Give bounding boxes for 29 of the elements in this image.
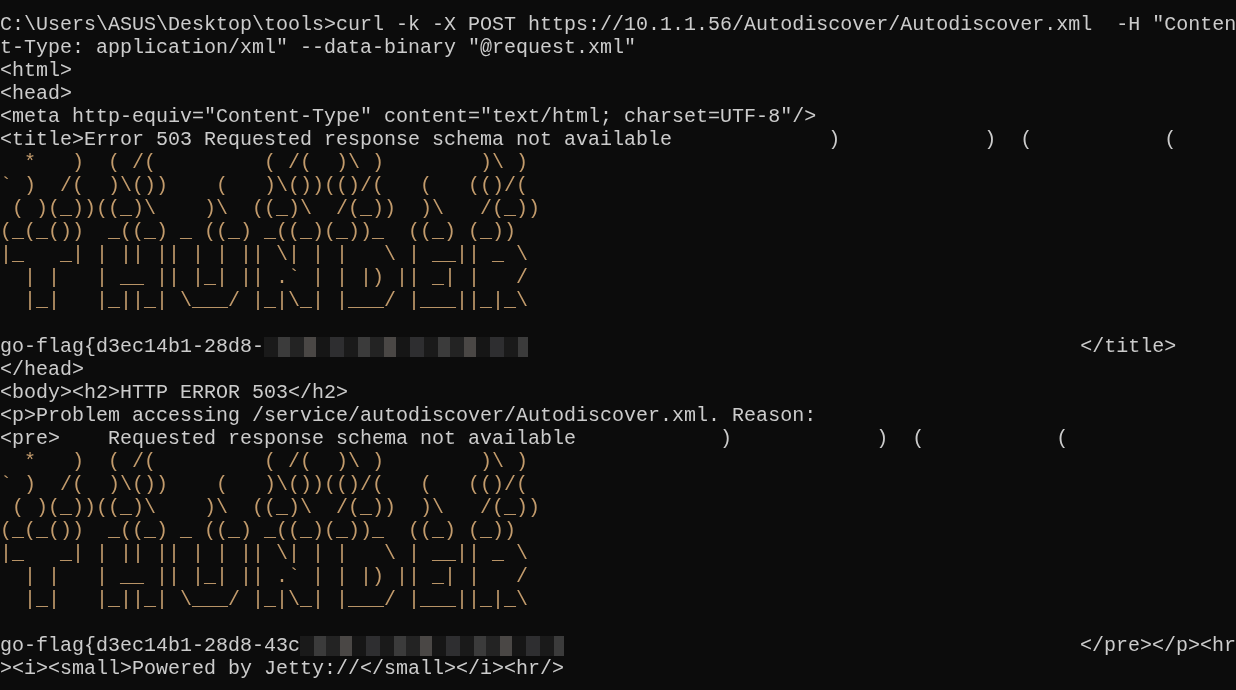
terminal-text: <body><h2>HTTP ERROR 503</h2> [0,381,349,404]
ascii-art-line: | | | __ || |_| || .` | | |) || _| | / [23,266,529,289]
ascii-art-line: |_ _| | || || | | || \| | | \ | __|| _ \ [0,542,529,565]
terminal-text: <meta http-equiv="Content-Type" content="text/html; charset=UTF-8"/> [0,105,817,128]
terminal-text: </head> [0,358,84,381]
ascii-art-line: ( )(_))((_)\ )\ ((_)\ /(_)) )\ /(_)) [11,496,541,519]
ascii-art-line: * ) ( /( ( /( )\ ) )\ ) [23,450,529,473]
ascii-art-line: (_(_()) _((_) _ ((_) _((_)(_))_ ((_) (_)) [0,519,517,542]
terminal-text: C:\Users\ASUS\Desktop\tools>curl -k -X POST https://10.1.1.56/Autodiscover/Autodiscover.xml -H "Conten [0,13,1236,36]
terminal-text: <pre> Requested response schema not available ) ) ( ( [0,427,1069,450]
terminal-text: go-flag{d3ec14b1-28d8- [0,335,265,358]
terminal-text: ><i><small>Powered by Jetty://</small></i><hr/> [0,657,565,680]
terminal-text: go-flag{d3ec14b1-28d8-43c [0,634,301,657]
ascii-art-line: * ) ( /( ( /( )\ ) )\ ) [23,151,529,174]
ascii-art-line: |_| |_||_| \___/ |_|\_| |___/ |___||_|_\ [23,588,529,611]
terminal-text: <head> [0,82,72,105]
ascii-art-line: ` ) /( )\()) ( )\())(()/( ( (()/( [0,473,529,496]
terminal-text: <html> [0,59,72,82]
ascii-art-line: |_| |_||_| \___/ |_|\_| |___/ |___||_|_\ [23,289,529,312]
ascii-art-line: ` ) /( )\()) ( )\())(()/( ( (()/( [0,174,529,197]
terminal-text: </pre></p><hr [1079,634,1236,657]
terminal-text: t-Type: application/xml" --data-binary "@request.xml" [0,36,637,59]
terminal-text: <title>Error 503 Requested response schema not available ) ) ( ( [0,128,1177,151]
ascii-art-line: |_ _| | || || | | || \| | | \ | __|| _ \ [0,243,529,266]
terminal-text: <p>Problem accessing /service/autodiscover/Autodiscover.xml. Reason: [0,404,817,427]
ascii-art-line: | | | __ || |_| || .` | | |) || _| | / [23,565,529,588]
terminal-text: </title> [1080,335,1177,358]
ascii-art-line: ( )(_))((_)\ )\ ((_)\ /(_)) )\ /(_)) [11,197,541,220]
ascii-art-line: (_(_()) _((_) _ ((_) _((_)(_))_ ((_) (_)) [0,220,517,243]
